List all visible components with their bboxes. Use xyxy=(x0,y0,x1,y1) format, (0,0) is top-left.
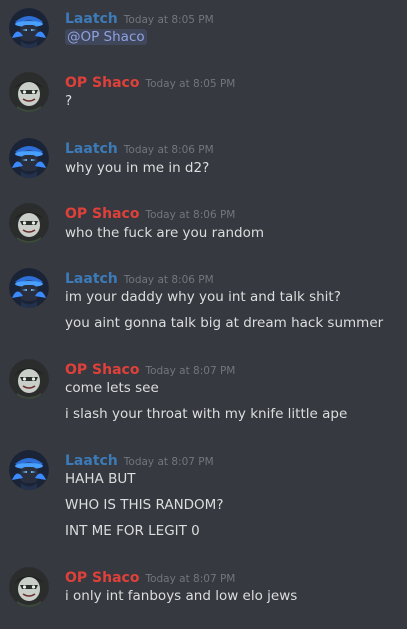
timestamp: Today at 8:05 PM xyxy=(123,14,214,26)
message-text: ? xyxy=(65,93,73,109)
laatch-avatar[interactable] xyxy=(9,268,49,308)
timestamp: Today at 8:06 PM xyxy=(123,144,214,156)
username[interactable]: Laatch xyxy=(65,141,118,157)
opshaco-avatar[interactable] xyxy=(9,567,49,607)
message-text: come lets see xyxy=(65,380,159,396)
message-group: OP Shaco Today at 8:07 PM come lets see i… xyxy=(0,351,407,442)
message-group: OP Shaco Today at 8:07 PM i only int fanb… xyxy=(0,559,407,629)
timestamp: Today at 8:07 PM xyxy=(145,365,236,377)
message-group: Laatch Today at 8:06 PM im your daddy why… xyxy=(0,260,407,351)
username[interactable]: OP Shaco xyxy=(65,75,139,91)
username[interactable]: Laatch xyxy=(65,11,118,27)
username[interactable]: OP Shaco xyxy=(65,362,139,378)
message-text: INT ME FOR LEGIT 0 xyxy=(65,523,200,539)
chat-messages: Laatch Today at 8:05 PM @OP Shaco OP Shac… xyxy=(0,0,407,629)
timestamp: Today at 8:05 PM xyxy=(145,78,236,90)
laatch-avatar[interactable] xyxy=(9,450,49,490)
message-text: i slash your throat with my knife little… xyxy=(65,406,348,422)
message-text: HAHA BUT xyxy=(65,471,136,487)
timestamp: Today at 8:06 PM xyxy=(123,274,214,286)
laatch-avatar[interactable] xyxy=(9,8,49,48)
username[interactable]: OP Shaco xyxy=(65,206,139,222)
timestamp: Today at 8:06 PM xyxy=(145,209,236,221)
timestamp: Today at 8:07 PM xyxy=(123,456,214,468)
message-text: WHO IS THIS RANDOM? xyxy=(65,497,224,513)
message-group: OP Shaco Today at 8:05 PM ? xyxy=(0,64,407,130)
message-text: why you in me in d2? xyxy=(65,160,210,176)
message-group: Laatch Today at 8:05 PM @OP Shaco xyxy=(0,0,407,64)
timestamp: Today at 8:07 PM xyxy=(145,573,236,585)
laatch-avatar[interactable] xyxy=(9,138,49,178)
message-text: who the fuck are you random xyxy=(65,225,265,241)
opshaco-avatar[interactable] xyxy=(9,359,49,399)
message-text: i only int fanboys and low elo jews xyxy=(65,588,298,604)
message-group: Laatch Today at 8:07 PM HAHA BUT WHO IS T… xyxy=(0,442,407,559)
user-mention[interactable]: @OP Shaco xyxy=(65,29,147,45)
opshaco-avatar[interactable] xyxy=(9,72,49,112)
username[interactable]: OP Shaco xyxy=(65,570,139,586)
message-group: OP Shaco Today at 8:06 PM who the fuck ar… xyxy=(0,195,407,260)
username[interactable]: Laatch xyxy=(65,453,118,469)
username[interactable]: Laatch xyxy=(65,271,118,287)
opshaco-avatar[interactable] xyxy=(9,203,49,243)
message-text: @OP Shaco xyxy=(65,29,147,45)
message-group: Laatch Today at 8:06 PM why you in me in … xyxy=(0,130,407,195)
message-text: you aint gonna talk big at dream hack su… xyxy=(65,315,384,331)
message-text: im your daddy why you int and talk shit? xyxy=(65,289,341,305)
